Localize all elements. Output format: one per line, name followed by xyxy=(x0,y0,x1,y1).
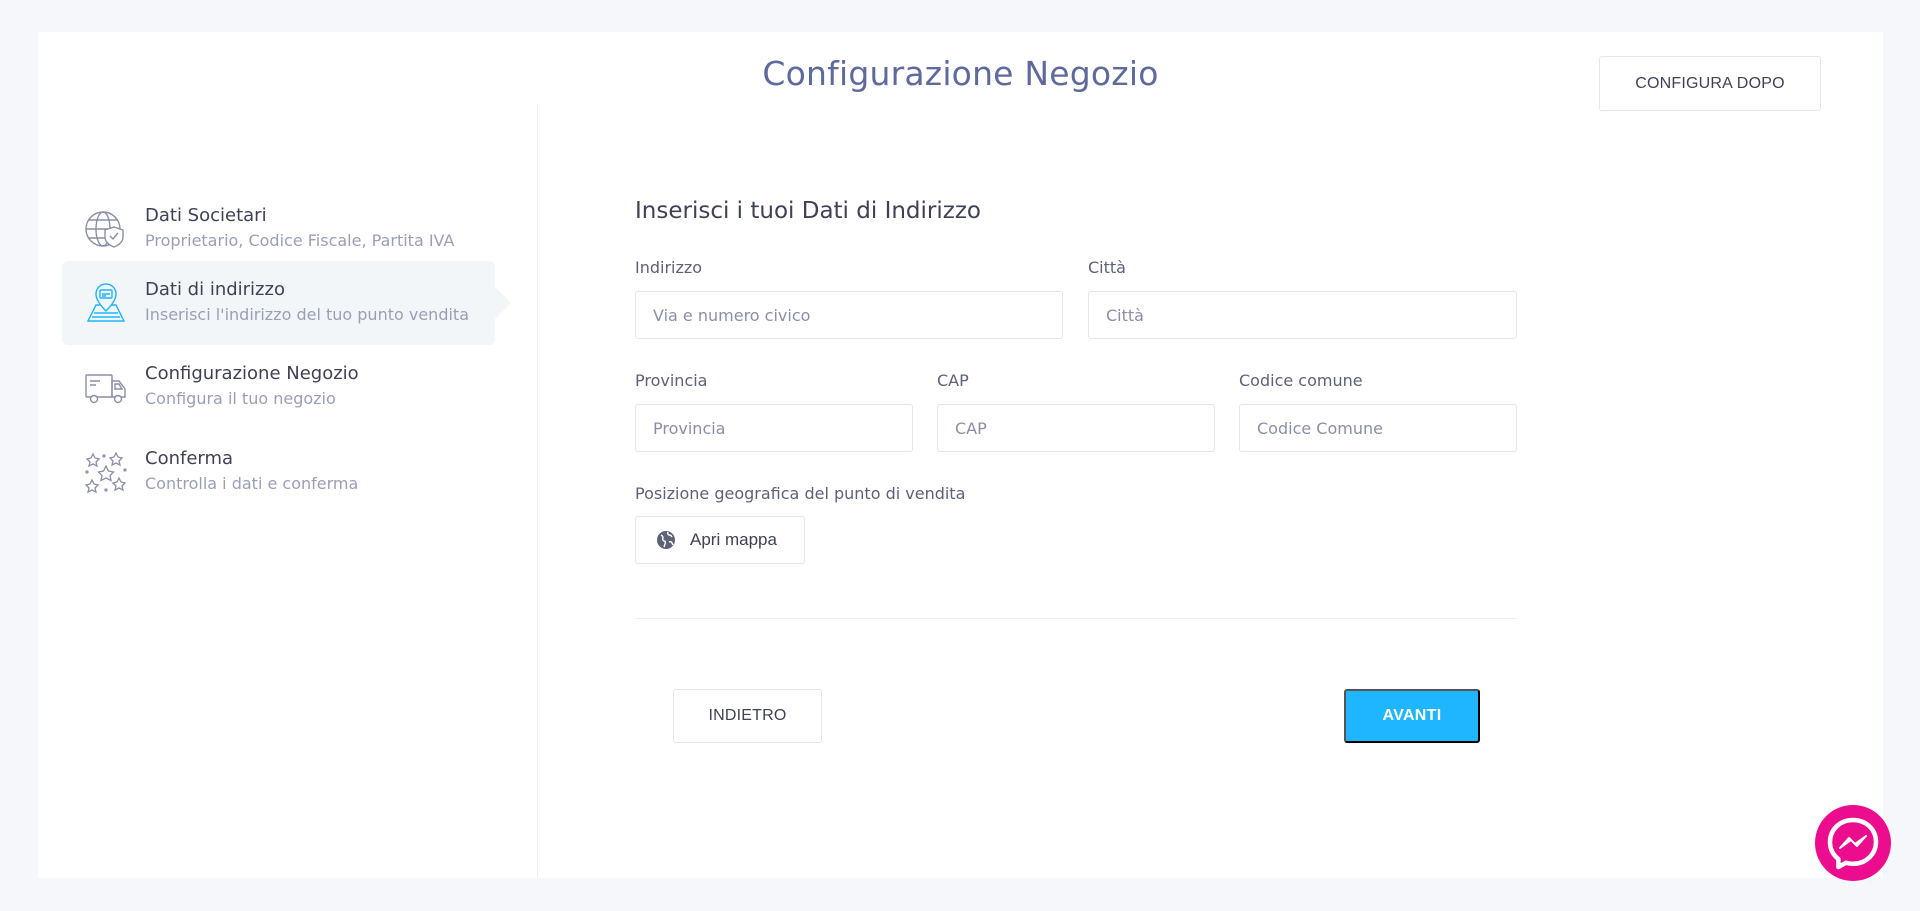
step-title: Dati Societari xyxy=(145,205,267,226)
province-input[interactable] xyxy=(635,404,913,452)
step-description: Configura il tuo negozio xyxy=(145,389,336,408)
step-store-configuration[interactable]: Configurazione Negozio Configura il tuo … xyxy=(62,345,495,429)
open-map-label: Apri mappa xyxy=(690,530,777,549)
step-description: Inserisci l'indirizzo del tuo punto vend… xyxy=(145,305,469,324)
municipality-code-label: Codice comune xyxy=(1239,371,1363,390)
cap-input[interactable] xyxy=(937,404,1215,452)
globe-icon xyxy=(657,531,675,549)
form-title: Inserisci i tuoi Dati di Indirizzo xyxy=(635,198,981,224)
step-title: Dati di indirizzo xyxy=(145,279,285,300)
city-input[interactable] xyxy=(1088,291,1517,339)
next-button[interactable]: AVANTI xyxy=(1344,689,1480,743)
step-description: Controlla i dati e conferma xyxy=(145,474,359,493)
open-map-button[interactable]: Apri mappa xyxy=(635,516,805,564)
step-company-data[interactable]: Dati Societari Proprietario, Codice Fisc… xyxy=(62,187,495,271)
globe-shield-icon xyxy=(85,211,124,248)
address-label: Indirizzo xyxy=(635,258,703,277)
cap-label: CAP xyxy=(937,371,969,390)
back-button[interactable]: INDIETRO xyxy=(673,689,822,743)
sidebar-divider xyxy=(537,104,538,878)
municipality-code-input[interactable] xyxy=(1239,404,1517,452)
geo-position-label: Posizione geografica del punto di vendit… xyxy=(635,484,966,503)
sparkles-icon xyxy=(84,451,127,494)
form-divider xyxy=(635,618,1517,619)
step-confirm[interactable]: Conferma Controlla i dati e conferma xyxy=(62,430,495,514)
step-address-data[interactable]: Dati di indirizzo Inserisci l'indirizzo … xyxy=(62,261,511,345)
step-title: Conferma xyxy=(145,448,234,469)
step-description: Proprietario, Codice Fiscale, Partita IV… xyxy=(145,231,455,250)
messenger-icon xyxy=(1827,817,1879,870)
address-input[interactable] xyxy=(635,291,1063,339)
city-label: Città xyxy=(1088,258,1126,277)
configure-later-button[interactable]: CONFIGURA DOPO xyxy=(1599,56,1821,111)
messenger-chat-button[interactable] xyxy=(1815,805,1891,881)
map-location-icon xyxy=(86,283,126,322)
delivery-truck-icon xyxy=(85,374,126,404)
province-label: Provincia xyxy=(635,371,708,390)
setup-card: Configurazione Negozio CONFIGURA DOPO Da… xyxy=(38,32,1883,878)
step-title: Configurazione Negozio xyxy=(145,363,359,384)
